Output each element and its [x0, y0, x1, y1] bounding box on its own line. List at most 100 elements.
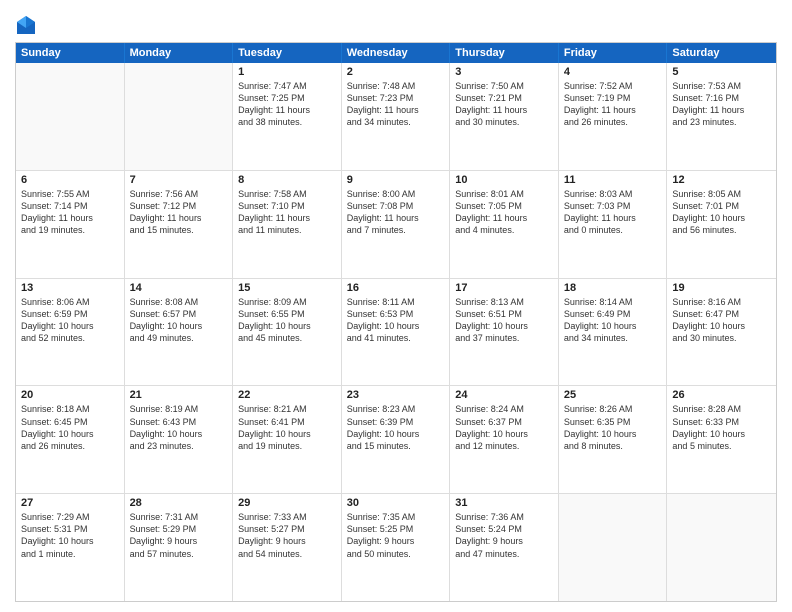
calendar-cell — [16, 63, 125, 170]
cell-info: Sunrise: 8:03 AM Sunset: 7:03 PM Dayligh… — [564, 188, 662, 237]
cell-info: Sunrise: 7:58 AM Sunset: 7:10 PM Dayligh… — [238, 188, 336, 237]
calendar-cell: 27 Sunrise: 7:29 AM Sunset: 5:31 PM Dayli… — [16, 494, 125, 601]
day-number: 10 — [455, 174, 553, 186]
calendar-cell: 24Sunrise: 8:24 AM Sunset: 6:37 PM Dayli… — [450, 386, 559, 493]
calendar-cell: 28Sunrise: 7:31 AM Sunset: 5:29 PM Dayli… — [125, 494, 234, 601]
calendar-cell: 8 Sunrise: 7:58 AM Sunset: 7:10 PM Daylig… — [233, 171, 342, 278]
day-number: 13 — [21, 282, 119, 294]
day-number: 15 — [238, 282, 336, 294]
day-number: 26 — [672, 389, 771, 401]
cell-info: Sunrise: 7:31 AM Sunset: 5:29 PM Dayligh… — [130, 511, 228, 560]
header — [15, 10, 777, 36]
cell-info: Sunrise: 7:53 AM Sunset: 7:16 PM Dayligh… — [672, 80, 771, 129]
day-number: 19 — [672, 282, 771, 294]
day-number: 1 — [238, 66, 336, 78]
calendar-cell: 9Sunrise: 8:00 AM Sunset: 7:08 PM Daylig… — [342, 171, 451, 278]
day-number: 27 — [21, 497, 119, 509]
day-number: 16 — [347, 282, 445, 294]
header-cell-tuesday: Tuesday — [233, 43, 342, 63]
calendar: SundayMondayTuesdayWednesdayThursdayFrid… — [15, 42, 777, 602]
day-number: 6 — [21, 174, 119, 186]
cell-info: Sunrise: 7:56 AM Sunset: 7:12 PM Dayligh… — [130, 188, 228, 237]
calendar-cell: 4 Sunrise: 7:52 AM Sunset: 7:19 PM Daylig… — [559, 63, 668, 170]
calendar-cell: 3 Sunrise: 7:50 AM Sunset: 7:21 PM Daylig… — [450, 63, 559, 170]
header-cell-thursday: Thursday — [450, 43, 559, 63]
cell-info: Sunrise: 8:18 AM Sunset: 6:45 PM Dayligh… — [21, 403, 119, 452]
calendar-cell: 6 Sunrise: 7:55 AM Sunset: 7:14 PM Daylig… — [16, 171, 125, 278]
day-number: 3 — [455, 66, 553, 78]
cell-info: Sunrise: 8:19 AM Sunset: 6:43 PM Dayligh… — [130, 403, 228, 452]
calendar-cell: 30 Sunrise: 7:35 AM Sunset: 5:25 PM Dayli… — [342, 494, 451, 601]
calendar-header: SundayMondayTuesdayWednesdayThursdayFrid… — [16, 43, 776, 63]
calendar-cell — [667, 494, 776, 601]
calendar-row: 13 Sunrise: 8:06 AM Sunset: 6:59 PM Dayli… — [16, 278, 776, 386]
calendar-cell: 5 Sunrise: 7:53 AM Sunset: 7:16 PM Daylig… — [667, 63, 776, 170]
day-number: 12 — [672, 174, 771, 186]
calendar-body: 1Sunrise: 7:47 AM Sunset: 7:25 PM Daylig… — [16, 63, 776, 601]
calendar-cell: 25 Sunrise: 8:26 AM Sunset: 6:35 PM Dayli… — [559, 386, 668, 493]
calendar-cell: 10 Sunrise: 8:01 AM Sunset: 7:05 PM Dayli… — [450, 171, 559, 278]
day-number: 22 — [238, 389, 336, 401]
cell-info: Sunrise: 7:36 AM Sunset: 5:24 PM Dayligh… — [455, 511, 553, 560]
cell-info: Sunrise: 7:52 AM Sunset: 7:19 PM Dayligh… — [564, 80, 662, 129]
header-cell-saturday: Saturday — [667, 43, 776, 63]
cell-info: Sunrise: 8:08 AM Sunset: 6:57 PM Dayligh… — [130, 296, 228, 345]
calendar-row: 6 Sunrise: 7:55 AM Sunset: 7:14 PM Daylig… — [16, 170, 776, 278]
logo-icon — [15, 14, 37, 36]
calendar-cell: 19 Sunrise: 8:16 AM Sunset: 6:47 PM Dayli… — [667, 279, 776, 386]
calendar-cell: 29Sunrise: 7:33 AM Sunset: 5:27 PM Dayli… — [233, 494, 342, 601]
day-number: 7 — [130, 174, 228, 186]
cell-info: Sunrise: 8:21 AM Sunset: 6:41 PM Dayligh… — [238, 403, 336, 452]
cell-info: Sunrise: 8:09 AM Sunset: 6:55 PM Dayligh… — [238, 296, 336, 345]
day-number: 29 — [238, 497, 336, 509]
calendar-cell: 18Sunrise: 8:14 AM Sunset: 6:49 PM Dayli… — [559, 279, 668, 386]
calendar-cell — [559, 494, 668, 601]
day-number: 4 — [564, 66, 662, 78]
cell-info: Sunrise: 8:06 AM Sunset: 6:59 PM Dayligh… — [21, 296, 119, 345]
calendar-cell: 15 Sunrise: 8:09 AM Sunset: 6:55 PM Dayli… — [233, 279, 342, 386]
cell-info: Sunrise: 8:26 AM Sunset: 6:35 PM Dayligh… — [564, 403, 662, 452]
day-number: 30 — [347, 497, 445, 509]
calendar-cell: 17 Sunrise: 8:13 AM Sunset: 6:51 PM Dayli… — [450, 279, 559, 386]
calendar-cell — [125, 63, 234, 170]
cell-info: Sunrise: 8:05 AM Sunset: 7:01 PM Dayligh… — [672, 188, 771, 237]
calendar-cell: 23 Sunrise: 8:23 AM Sunset: 6:39 PM Dayli… — [342, 386, 451, 493]
cell-info: Sunrise: 7:50 AM Sunset: 7:21 PM Dayligh… — [455, 80, 553, 129]
calendar-cell: 31Sunrise: 7:36 AM Sunset: 5:24 PM Dayli… — [450, 494, 559, 601]
header-cell-sunday: Sunday — [16, 43, 125, 63]
calendar-row: 1Sunrise: 7:47 AM Sunset: 7:25 PM Daylig… — [16, 63, 776, 170]
header-cell-wednesday: Wednesday — [342, 43, 451, 63]
cell-info: Sunrise: 7:29 AM Sunset: 5:31 PM Dayligh… — [21, 511, 119, 560]
calendar-cell: 16 Sunrise: 8:11 AM Sunset: 6:53 PM Dayli… — [342, 279, 451, 386]
cell-info: Sunrise: 7:48 AM Sunset: 7:23 PM Dayligh… — [347, 80, 445, 129]
calendar-cell: 26Sunrise: 8:28 AM Sunset: 6:33 PM Dayli… — [667, 386, 776, 493]
calendar-cell: 20 Sunrise: 8:18 AM Sunset: 6:45 PM Dayli… — [16, 386, 125, 493]
day-number: 5 — [672, 66, 771, 78]
cell-info: Sunrise: 8:16 AM Sunset: 6:47 PM Dayligh… — [672, 296, 771, 345]
page: SundayMondayTuesdayWednesdayThursdayFrid… — [0, 0, 792, 612]
cell-info: Sunrise: 8:11 AM Sunset: 6:53 PM Dayligh… — [347, 296, 445, 345]
logo — [15, 14, 39, 36]
calendar-cell: 13 Sunrise: 8:06 AM Sunset: 6:59 PM Dayli… — [16, 279, 125, 386]
day-number: 23 — [347, 389, 445, 401]
header-cell-monday: Monday — [125, 43, 234, 63]
cell-info: Sunrise: 7:55 AM Sunset: 7:14 PM Dayligh… — [21, 188, 119, 237]
day-number: 25 — [564, 389, 662, 401]
day-number: 24 — [455, 389, 553, 401]
calendar-cell: 11Sunrise: 8:03 AM Sunset: 7:03 PM Dayli… — [559, 171, 668, 278]
calendar-cell: 12 Sunrise: 8:05 AM Sunset: 7:01 PM Dayli… — [667, 171, 776, 278]
cell-info: Sunrise: 7:35 AM Sunset: 5:25 PM Dayligh… — [347, 511, 445, 560]
cell-info: Sunrise: 8:01 AM Sunset: 7:05 PM Dayligh… — [455, 188, 553, 237]
day-number: 18 — [564, 282, 662, 294]
day-number: 17 — [455, 282, 553, 294]
cell-info: Sunrise: 8:23 AM Sunset: 6:39 PM Dayligh… — [347, 403, 445, 452]
header-cell-friday: Friday — [559, 43, 668, 63]
cell-info: Sunrise: 8:13 AM Sunset: 6:51 PM Dayligh… — [455, 296, 553, 345]
calendar-cell: 2Sunrise: 7:48 AM Sunset: 7:23 PM Daylig… — [342, 63, 451, 170]
day-number: 14 — [130, 282, 228, 294]
day-number: 20 — [21, 389, 119, 401]
day-number: 8 — [238, 174, 336, 186]
calendar-cell: 7 Sunrise: 7:56 AM Sunset: 7:12 PM Daylig… — [125, 171, 234, 278]
day-number: 21 — [130, 389, 228, 401]
cell-info: Sunrise: 8:00 AM Sunset: 7:08 PM Dayligh… — [347, 188, 445, 237]
